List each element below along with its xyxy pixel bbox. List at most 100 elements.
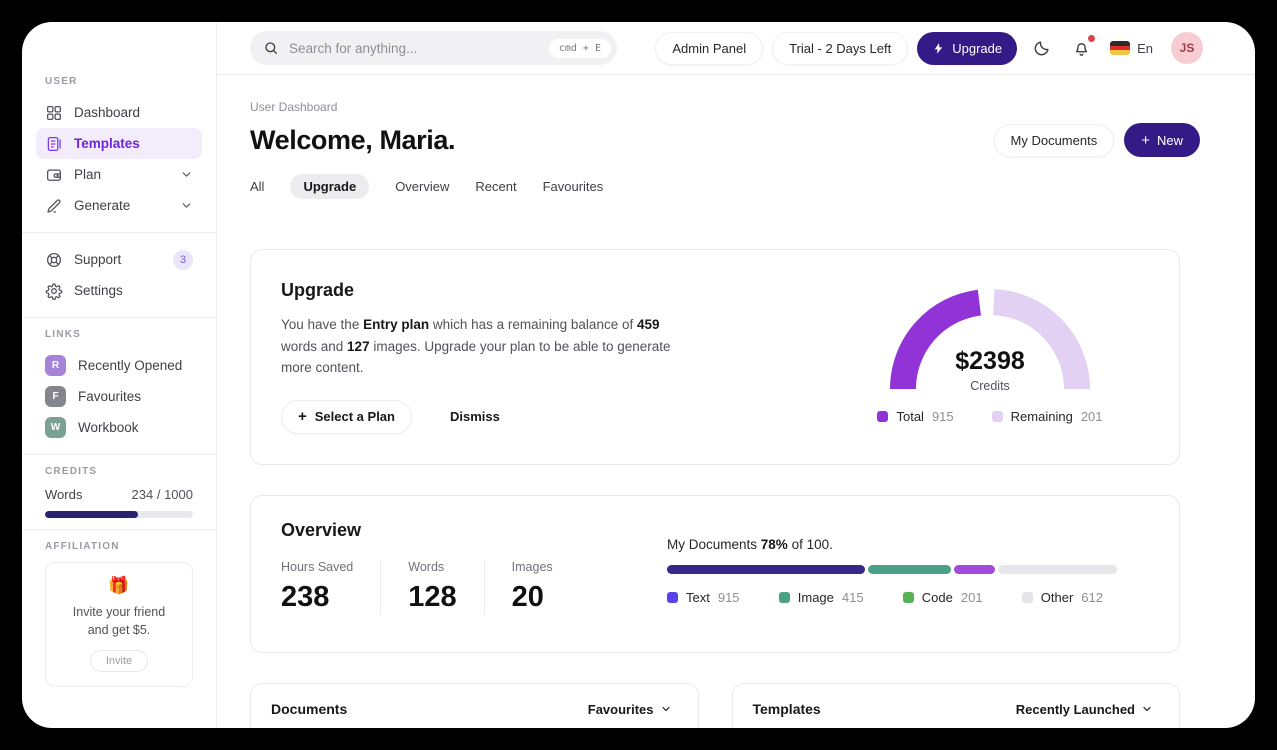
sidebar-divider	[22, 529, 216, 530]
progress-caption: My Documents 78% of 100.	[667, 536, 833, 552]
affiliation-card: 🎁 Invite your friend and get $5. Invite	[45, 562, 193, 688]
link-initial-badge: F	[45, 386, 66, 407]
chevron-down-icon	[661, 707, 670, 712]
link-label: Recently Opened	[78, 358, 183, 373]
legend-swatch	[667, 591, 678, 603]
sidebar-divider	[22, 317, 216, 318]
breadcrumb: User Dashboard	[250, 100, 338, 114]
sidebar-item-label: Support	[74, 252, 122, 267]
legend-item-remaining: Remaining 201	[991, 409, 1103, 424]
link-initial-badge: R	[45, 355, 66, 376]
sidebar-item-label: Generate	[74, 198, 131, 213]
notifications-button[interactable]	[1066, 34, 1097, 58]
sidebar-item-label: Dashboard	[74, 105, 141, 120]
gauge-center-value: $2398	[955, 347, 1025, 375]
select-plan-button[interactable]: + Select a Plan	[281, 399, 412, 434]
legend-item-image: Image 415	[778, 590, 864, 605]
credits-words-label: Words	[45, 487, 83, 502]
sidebar-item-label: Templates	[74, 136, 140, 151]
tab-all[interactable]: All	[250, 179, 264, 194]
gift-icon: 🎁	[108, 576, 130, 595]
upgrade-card: Upgrade You have the Entry plan which ha…	[250, 249, 1180, 465]
legend-swatch	[1021, 591, 1033, 603]
gauge-legend: Total 915 Remaining 201	[877, 409, 1103, 424]
content-area: User Dashboard Welcome, Maria. My Docume…	[217, 75, 1255, 728]
tab-favourites[interactable]: Favourites	[543, 179, 604, 194]
search-shortcut-badge: cmd + E	[548, 38, 611, 58]
credits-progress-fill	[45, 511, 139, 518]
link-label: Favourites	[78, 389, 142, 404]
sidebar-link-favourites[interactable]: F Favourites	[36, 381, 202, 412]
templates-card-title: Templates	[752, 701, 821, 718]
stat-hours-saved: Hours Saved 238	[281, 559, 382, 614]
legend-item-text: Text 915	[667, 590, 740, 605]
sidebar-divider	[22, 232, 216, 233]
trial-status-button[interactable]: Trial - 2 Days Left	[772, 31, 909, 65]
sidebar-item-plan[interactable]: Plan	[36, 159, 202, 190]
bar-segment-text	[667, 564, 865, 574]
search-icon	[265, 42, 277, 54]
invite-button[interactable]: Invite	[89, 650, 149, 673]
notification-dot	[1088, 34, 1096, 42]
overview-card: Overview Hours Saved 238 Words 128 Image…	[250, 494, 1180, 653]
topbar: cmd + E Admin Panel Trial - 2 Days Left …	[217, 22, 1255, 75]
tab-overview[interactable]: Overview	[395, 179, 449, 194]
lifebuoy-icon	[46, 252, 62, 267]
user-avatar[interactable]: JS	[1171, 32, 1203, 64]
moon-icon	[1034, 40, 1049, 55]
templates-filter-dropdown[interactable]: Recently Launched	[1010, 701, 1159, 718]
stat-words: Words 128	[408, 559, 485, 614]
sidebar-item-label: Settings	[74, 283, 123, 298]
sidebar-item-generate[interactable]: Generate	[36, 190, 202, 221]
bell-icon	[1075, 42, 1088, 56]
legend-item-code: Code 201	[902, 590, 983, 605]
chevron-down-icon	[180, 199, 193, 212]
language-label: En	[1137, 40, 1153, 56]
sidebar-section-credits-label: CREDITS	[45, 466, 98, 477]
german-flag-icon	[1110, 41, 1131, 55]
search-input[interactable]	[287, 39, 541, 57]
plus-icon: +	[298, 408, 307, 426]
legend-swatch	[877, 411, 889, 422]
documents-progress: My Documents 78% of 100. Text 915 Image …	[667, 520, 1117, 626]
gauge-center-label: Credits	[970, 379, 1010, 393]
dark-mode-toggle[interactable]	[1026, 39, 1057, 58]
chevron-down-icon	[180, 168, 193, 181]
upgrade-card-title: Upgrade	[281, 280, 355, 300]
sidebar-link-recently-opened[interactable]: R Recently Opened	[36, 350, 202, 381]
my-documents-button[interactable]: My Documents	[993, 123, 1115, 157]
app-window: USER Dashboard Templates Plan Generate S…	[22, 22, 1255, 728]
stacked-progress-bar	[667, 564, 1117, 574]
sidebar-item-templates[interactable]: Templates	[36, 128, 202, 159]
sidebar-divider	[22, 454, 216, 455]
stat-images: Images 20	[511, 559, 553, 613]
sidebar-item-label: Plan	[74, 167, 102, 182]
templates-document-icon	[47, 136, 61, 151]
sidebar-section-links-label: LINKS	[45, 329, 81, 340]
upgrade-card-body: You have the Entry plan which has a rema…	[281, 317, 671, 376]
search-bar[interactable]: cmd + E	[250, 31, 617, 65]
dismiss-button[interactable]: Dismiss	[444, 408, 506, 425]
dashboard-grid-icon	[46, 105, 62, 120]
admin-panel-button[interactable]: Admin Panel	[655, 31, 764, 65]
new-button[interactable]: + New	[1124, 123, 1200, 157]
documents-card: Documents Favourites Untitled Document i…	[250, 682, 699, 728]
sidebar-item-settings[interactable]: Settings	[36, 275, 202, 306]
stats-row: Hours Saved 238 Words 128 Images 20	[281, 559, 553, 614]
sidebar-link-workbook[interactable]: W Workbook	[36, 412, 202, 443]
tab-upgrade[interactable]: Upgrade	[290, 174, 370, 199]
documents-filter-dropdown[interactable]: Favourites	[582, 701, 678, 718]
sidebar-item-dashboard[interactable]: Dashboard	[36, 97, 202, 128]
bar-segment-image	[868, 564, 952, 574]
tab-recent[interactable]: Recent	[475, 179, 516, 194]
gear-icon	[45, 282, 63, 300]
upgrade-button[interactable]: Upgrade	[917, 31, 1018, 65]
sidebar-section-affiliation-label: AFFILIATION	[45, 541, 120, 552]
legend-swatch	[778, 591, 790, 603]
affiliation-text: Invite your friend and get $5.	[72, 605, 166, 638]
legend-item-other: Other 612	[1021, 590, 1103, 605]
sidebar-item-support[interactable]: Support 3	[36, 244, 202, 275]
legend-swatch	[902, 591, 914, 603]
wallet-icon	[46, 168, 62, 181]
language-selector[interactable]: En	[1106, 41, 1157, 56]
